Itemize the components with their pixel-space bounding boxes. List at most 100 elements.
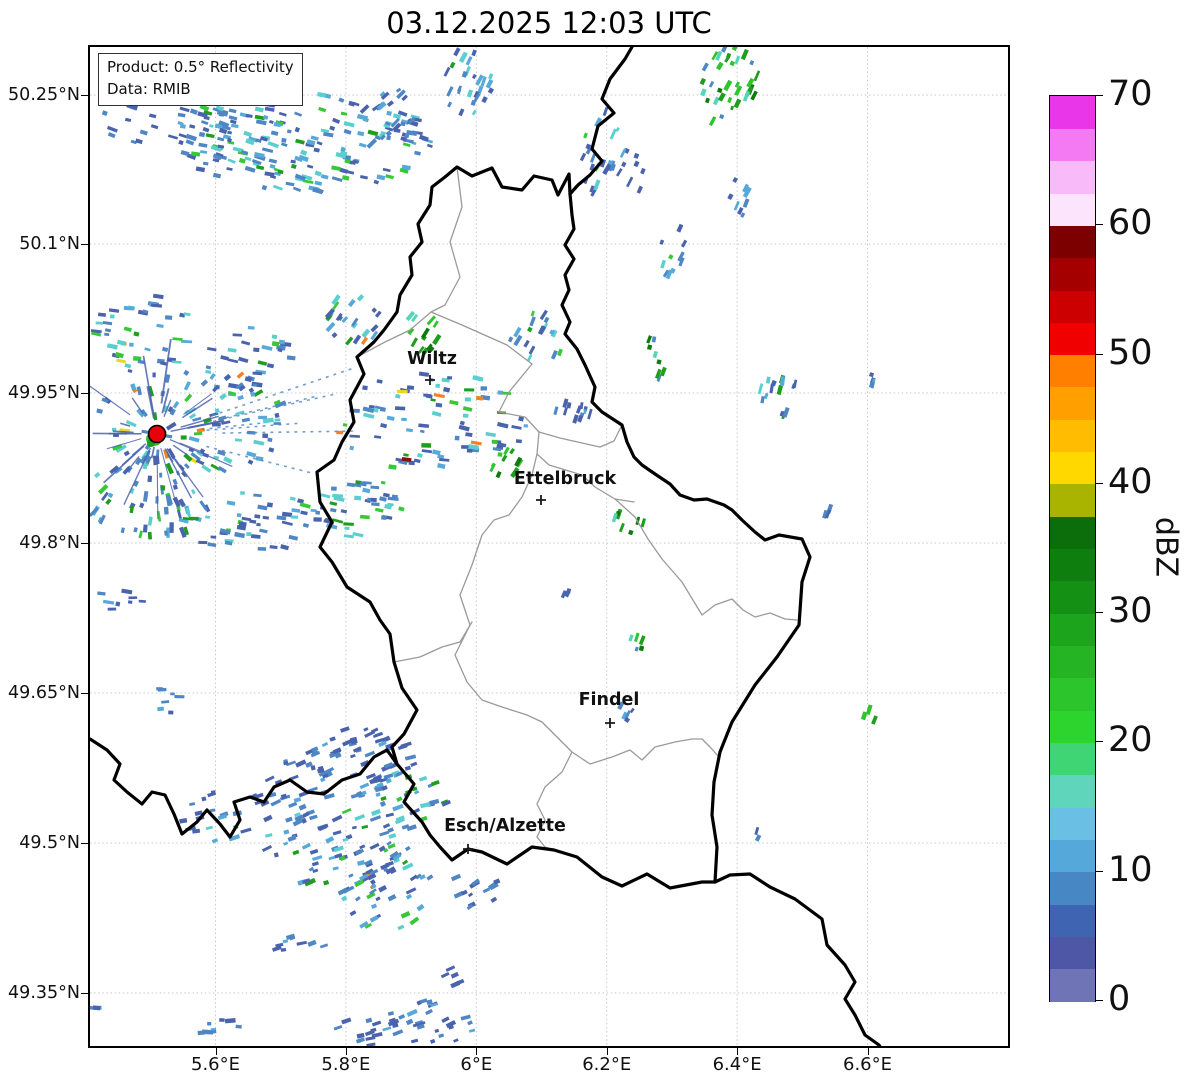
radar-echo xyxy=(310,765,316,771)
colorbar-tick-label: 60 xyxy=(1108,203,1153,244)
radar-echo xyxy=(268,158,278,164)
radar-echo xyxy=(769,383,774,394)
x-tick-mark xyxy=(606,1048,608,1055)
radar-echo xyxy=(107,132,116,139)
radar-echo xyxy=(266,502,273,508)
radar-echo xyxy=(159,472,163,478)
radar-echo xyxy=(261,344,273,351)
border-path xyxy=(614,498,798,621)
radar-echo xyxy=(753,70,761,82)
radar-echo xyxy=(416,452,423,458)
radar-echo xyxy=(149,113,157,119)
colorbar-tick-label: 50 xyxy=(1108,332,1153,373)
radar-echo xyxy=(405,1018,414,1026)
radar-echo xyxy=(253,493,262,498)
radar-echo xyxy=(371,1020,382,1027)
radar-echo xyxy=(107,607,117,611)
radar-echo xyxy=(488,73,494,80)
radar-echo xyxy=(295,759,307,768)
radar-echo xyxy=(195,458,205,466)
radar-echo xyxy=(615,167,623,177)
radar-echo xyxy=(163,506,169,515)
radar-echo xyxy=(464,388,475,392)
radar-echo xyxy=(250,534,261,539)
radar-echo xyxy=(219,392,227,401)
gridlines xyxy=(90,47,1008,1046)
radar-echo xyxy=(172,337,183,341)
radar-echo xyxy=(354,495,362,501)
radar-echo xyxy=(419,998,428,1004)
colorbar-tick-mark xyxy=(1095,1000,1103,1001)
radar-echo xyxy=(288,534,299,541)
radar-echo xyxy=(298,803,307,811)
radar-echo xyxy=(164,315,173,320)
colorbar-tick-label: 20 xyxy=(1108,720,1153,761)
radar-echo xyxy=(376,379,383,384)
radar-echo xyxy=(370,497,377,503)
x-tick-label: 6.2°E xyxy=(582,1054,632,1075)
x-tick-mark xyxy=(215,1048,217,1055)
radar-echo xyxy=(354,814,366,821)
radar-echo xyxy=(360,336,369,346)
radar-echo xyxy=(602,106,609,117)
radar-echo xyxy=(381,515,387,520)
radar-echo xyxy=(325,321,336,333)
radar-echo xyxy=(232,333,243,337)
radar-echo xyxy=(254,514,261,519)
radar-echo xyxy=(458,424,470,432)
x-tick-label: 5.8°E xyxy=(321,1054,371,1075)
radar-echo xyxy=(646,335,652,344)
colorbar-segment xyxy=(1050,322,1095,356)
y-tick-mark xyxy=(81,693,88,694)
colorbar-segment xyxy=(1050,839,1095,873)
radar-echo xyxy=(492,439,498,445)
radar-echo xyxy=(345,336,354,346)
radar-echo xyxy=(280,544,290,551)
radar-echo xyxy=(397,924,405,931)
colorbar-segment xyxy=(1050,774,1095,808)
radar-echo xyxy=(359,175,369,180)
radar-echo xyxy=(302,522,310,528)
radar-echo xyxy=(291,508,301,513)
radar-echo xyxy=(374,507,384,513)
radar-echo xyxy=(205,365,212,370)
radar-echo xyxy=(267,141,280,149)
radar-echo xyxy=(150,124,159,130)
colorbar-tick-label: 0 xyxy=(1108,979,1131,1020)
radar-echo xyxy=(313,147,320,153)
radar-echo xyxy=(579,152,587,162)
radar-echo xyxy=(734,55,741,65)
radar-echo xyxy=(437,463,446,469)
colorbar-segment xyxy=(1050,710,1095,743)
radar-echo xyxy=(701,62,709,72)
radar-echo xyxy=(618,522,625,533)
radar-echo xyxy=(207,542,217,548)
radar-echo xyxy=(167,134,179,140)
radar-echo xyxy=(168,710,174,715)
radar-echo xyxy=(201,464,212,473)
radar-echo xyxy=(111,427,117,431)
radar-map: Wiltz Ettelbruck Findel Esch/Alzette xyxy=(90,47,1008,1046)
y-tick-label: 49.8°N xyxy=(19,533,80,553)
colorbar-segment xyxy=(1050,580,1095,614)
radar-echo xyxy=(234,438,243,442)
radar-echo xyxy=(432,333,442,346)
colorbar-tick-mark xyxy=(1095,353,1103,355)
radar-echo xyxy=(341,175,350,181)
radar-echo xyxy=(316,141,323,146)
radar-echo xyxy=(418,371,430,377)
radar-echo xyxy=(660,259,666,269)
border-path xyxy=(538,424,623,448)
radar-echo xyxy=(446,86,454,97)
radar-echo xyxy=(609,128,617,140)
radar-echo xyxy=(458,108,465,117)
colorbar-segment xyxy=(1050,451,1095,485)
colorbar-segment xyxy=(1050,742,1095,776)
radar-echo xyxy=(359,782,370,790)
radar-echo xyxy=(183,381,191,391)
radar-echo xyxy=(472,375,484,382)
radar-echo xyxy=(323,879,330,886)
radar-clutter-spoke xyxy=(222,430,353,434)
radar-echo xyxy=(179,123,186,129)
radar-echo xyxy=(413,790,420,795)
